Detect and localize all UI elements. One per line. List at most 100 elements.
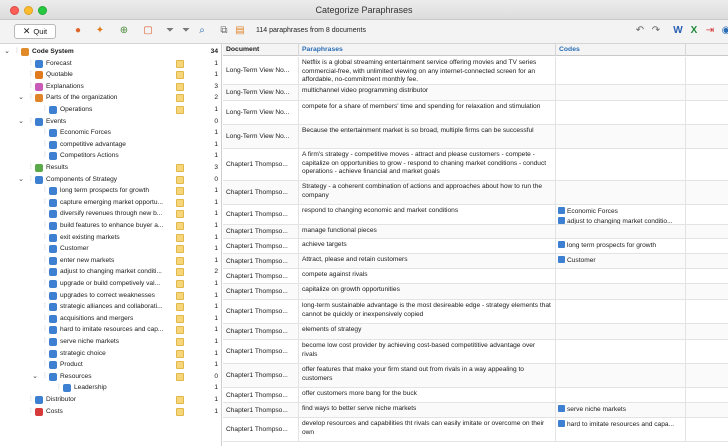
tree-item[interactable]: ⋮ long term prospects for growth 1 [0, 185, 222, 197]
memo-icon[interactable] [176, 291, 184, 300]
cell-codes[interactable] [556, 85, 686, 100]
word-export-icon[interactable]: W [672, 25, 684, 37]
memo-icon[interactable] [176, 256, 184, 265]
tree-item[interactable]: ⋮ Distributor 1 [0, 394, 222, 406]
memo-icon[interactable] [176, 82, 184, 91]
tree-item[interactable]: ⋮ diversify revenues through new b... 1 [0, 208, 222, 220]
table-row[interactable]: Chapter1 Thompso... manage functional pie… [223, 225, 728, 239]
help-icon[interactable]: ◉ [720, 25, 728, 37]
tree-item[interactable]: ⋮ Costs 1 [0, 406, 222, 418]
cell-codes[interactable] [556, 324, 686, 339]
cell-paraphrase[interactable]: long-term sustainable advantage is the m… [299, 300, 556, 323]
exit-icon[interactable]: ⇥ [704, 25, 716, 37]
cell-codes[interactable] [556, 269, 686, 283]
cell-codes[interactable]: hard to imitate resources and capa... [556, 418, 686, 441]
tree-item[interactable]: ⋮ exit existing markets 1 [0, 232, 222, 244]
assigned-code[interactable]: Economic Forces [558, 207, 683, 217]
tree-item[interactable]: ⋮ Leadership 1 [0, 382, 222, 394]
cell-paraphrase[interactable]: respond to changing economic and market … [299, 205, 556, 224]
filter-icon[interactable]: ⏷ [164, 25, 176, 37]
memo-icon[interactable] [176, 175, 184, 184]
cell-codes[interactable] [556, 225, 686, 238]
cell-paraphrase[interactable]: offer features that make your firm stand… [299, 364, 556, 387]
tree-item[interactable]: ⌄ ⋮ Code System 34 [0, 46, 222, 58]
tree-item[interactable]: ⋮ Operations 1 [0, 104, 222, 116]
chevron-down-icon[interactable]: ⌄ [17, 116, 25, 128]
assigned-code[interactable]: Customer [558, 256, 683, 266]
undo-icon[interactable]: ↶ [634, 25, 646, 37]
column-header-paraphrases[interactable]: Paraphrases [299, 44, 556, 56]
tree-item[interactable]: ⋮ serve niche markets 1 [0, 336, 222, 348]
cell-codes[interactable] [556, 125, 686, 148]
tree-item[interactable]: ⋮ Competitors Actions 1 [0, 150, 222, 162]
table-row[interactable]: Chapter1 Thompso... develop resources and… [223, 418, 728, 442]
memo-icon[interactable] [176, 338, 184, 346]
table-row[interactable]: Chapter1 Thompso... A firm's strategy - c… [223, 149, 728, 181]
filter-reset-icon[interactable]: ⏷ [180, 25, 192, 37]
table-row[interactable]: Chapter1 Thompso... Strategy - a coherent… [223, 181, 728, 205]
redo-icon[interactable]: ↷ [650, 25, 662, 37]
new-code-icon[interactable]: ⊕ [118, 25, 130, 37]
memo-icon[interactable] [176, 314, 184, 323]
cell-codes[interactable] [556, 340, 686, 363]
cell-codes[interactable] [556, 388, 686, 402]
memo-icon[interactable] [176, 198, 184, 207]
table-row[interactable]: Long-Term View No... multichannel video p… [223, 85, 728, 101]
memo-icon[interactable] [176, 407, 184, 416]
table-row[interactable]: Chapter1 Thompso... capitalize on growth … [223, 284, 728, 300]
tree-item[interactable]: ⋮ enter new markets 1 [0, 255, 222, 267]
memo-icon[interactable] [176, 268, 184, 277]
cell-paraphrase[interactable]: multichannel video programming distribut… [299, 85, 556, 100]
chevron-down-icon[interactable]: ⌄ [17, 174, 25, 186]
memo-icon[interactable] [176, 280, 184, 288]
memo-icon[interactable] [176, 245, 184, 254]
tree-item[interactable]: ⋮ capture emerging market opportu... 1 [0, 197, 222, 209]
tree-item[interactable]: ⋮ Results 3 [0, 162, 222, 174]
tree-item[interactable]: ⋮ hard to imitate resources and cap... 1 [0, 324, 222, 336]
table-row[interactable]: Long-Term View No... compete for a share … [223, 101, 728, 125]
chevron-down-icon[interactable]: ⌄ [3, 46, 11, 58]
tree-item[interactable]: ⋮ upgrade or build competively val... 1 [0, 278, 222, 290]
table-row[interactable]: Long-Term View No... Because the entertai… [223, 125, 728, 149]
table-row[interactable]: Chapter1 Thompso... offer customers more … [223, 388, 728, 403]
memo-icon[interactable] [176, 233, 184, 242]
memo-icon[interactable] [176, 349, 184, 358]
tree-item[interactable]: ⌄ ⋮ Components of Strategy 0 [0, 174, 222, 186]
cell-paraphrase[interactable]: Strategy - a coherent combination of act… [299, 181, 556, 204]
tree-item[interactable]: ⋮ strategic alliances and collaborati... 1 [0, 301, 222, 313]
cell-codes[interactable] [556, 101, 686, 124]
cell-paraphrase[interactable]: compete against rivals [299, 269, 556, 283]
cell-codes[interactable] [556, 284, 686, 299]
memo-icon[interactable] [176, 59, 184, 68]
assigned-code[interactable]: long term prospects for growth [558, 241, 683, 251]
cell-paraphrase[interactable]: compete for a share of members' time and… [299, 101, 556, 124]
memo-icon[interactable] [176, 361, 184, 370]
cell-codes[interactable]: Customer [556, 254, 686, 268]
cell-paraphrase[interactable]: manage functional pieces [299, 225, 556, 238]
memo-icon[interactable]: ▤ [234, 25, 246, 37]
tree-item[interactable]: ⋮ Economic Forces 1 [0, 127, 222, 139]
cell-paraphrase[interactable]: Attract, please and retain customers [299, 254, 556, 268]
cell-codes[interactable]: serve niche markets [556, 403, 686, 417]
tree-item[interactable]: ⌄ ⋮ Events 0 [0, 116, 222, 128]
chevron-down-icon[interactable]: ⌄ [31, 371, 39, 383]
cell-paraphrase[interactable]: Because the entertainment market is so b… [299, 125, 556, 148]
delete-code-icon[interactable]: ▢ [142, 25, 154, 37]
tree-item[interactable]: ⌄ ⋮ Resources 0 [0, 371, 222, 383]
memo-icon[interactable] [176, 303, 184, 312]
quit-button[interactable]: ✕ Quit [14, 24, 56, 39]
memo-icon[interactable] [176, 164, 184, 172]
cell-codes[interactable] [556, 181, 686, 204]
memo-icon[interactable] [176, 372, 184, 381]
cell-paraphrase[interactable]: achieve targets [299, 239, 556, 253]
memo-icon[interactable] [176, 222, 184, 230]
cell-codes[interactable]: long term prospects for growth [556, 239, 686, 253]
cell-codes[interactable] [556, 149, 686, 180]
tree-item[interactable]: ⋮ upgrades to correct weaknesses 1 [0, 290, 222, 302]
assigned-code[interactable]: serve niche markets [558, 405, 683, 415]
table-row[interactable]: Chapter1 Thompso... elements of strategy [223, 324, 728, 340]
cell-codes[interactable]: Economic Forces adjust to changing market… [556, 205, 686, 224]
cell-paraphrase[interactable]: become low cost provider by achieving co… [299, 340, 556, 363]
tree-item[interactable]: ⋮ Explanations 3 [0, 81, 222, 93]
excel-export-icon[interactable]: X [688, 25, 700, 37]
